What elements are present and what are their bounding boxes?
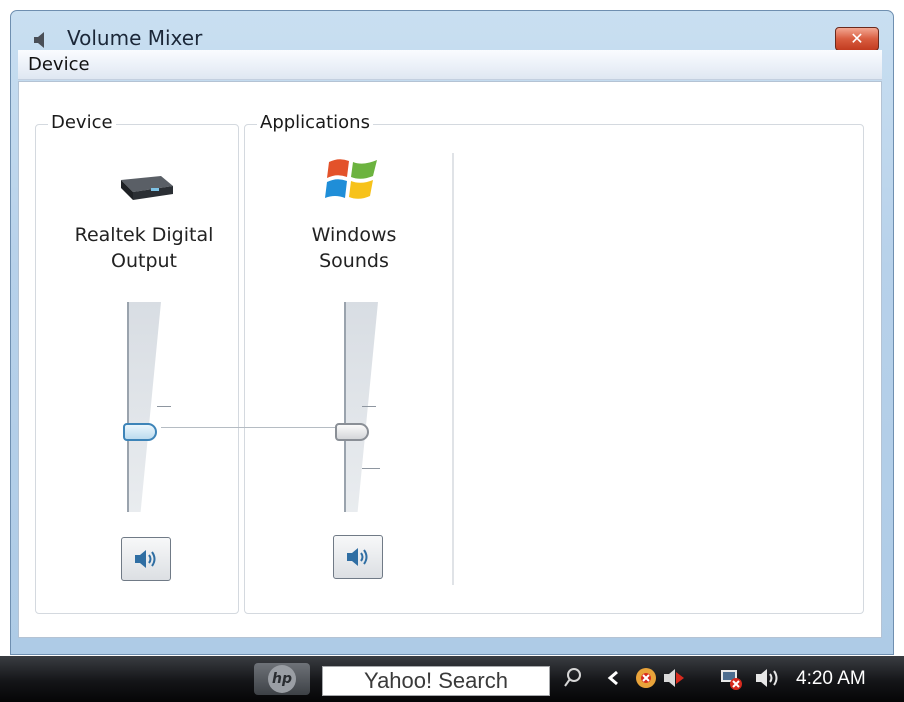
app-tick-mid — [362, 406, 376, 407]
speaker-icon — [135, 550, 156, 568]
mixer-content: Device Applications Realtek Digital Outp… — [18, 81, 882, 638]
device-name-line1: Realtek Digital — [74, 224, 214, 246]
app-name-line1: Windows — [311, 224, 397, 246]
hp-logo-button[interactable]: hp — [254, 663, 310, 695]
windows-logo-icon — [325, 159, 377, 199]
yahoo-search-input[interactable]: Yahoo! Search — [322, 666, 550, 696]
clock[interactable]: 4:20 AM — [796, 668, 866, 690]
app-mute-button[interactable] — [333, 535, 383, 579]
menu-device[interactable]: Device — [28, 54, 90, 75]
speaker-icon — [347, 548, 368, 566]
network-disconnected-icon[interactable] — [718, 666, 744, 692]
speaker-icon — [34, 32, 44, 48]
app-name-line2: Sounds — [319, 250, 389, 272]
hp-logo-icon: hp — [268, 665, 296, 693]
volume-icon[interactable] — [754, 667, 784, 689]
menu-bar: Device — [18, 50, 882, 80]
window-title: Volume Mixer — [67, 26, 203, 50]
app-name: Windows Sounds — [254, 222, 454, 274]
device-volume-slider[interactable] — [123, 423, 157, 442]
applications-group-legend: Applications — [257, 112, 373, 133]
search-icon[interactable] — [562, 666, 584, 692]
level-line — [161, 427, 347, 428]
device-name: Realtek Digital Output — [44, 222, 244, 274]
device-name-line2: Output — [111, 250, 177, 272]
security-alert-icon[interactable] — [634, 666, 658, 690]
device-tick-mid — [157, 406, 171, 407]
device-group-legend: Device — [48, 112, 116, 133]
app-volume-slider[interactable] — [335, 423, 369, 442]
app-tick-low — [362, 468, 380, 469]
taskbar: hp Yahoo! Search 4:20 AM — [0, 656, 904, 702]
volume-muted-icon[interactable] — [662, 667, 688, 689]
device-mute-button[interactable] — [121, 537, 171, 581]
column-divider — [452, 153, 454, 585]
chevron-left-icon[interactable] — [606, 670, 620, 686]
close-button[interactable]: ✕ — [835, 27, 879, 51]
sound-device-icon — [121, 176, 173, 200]
